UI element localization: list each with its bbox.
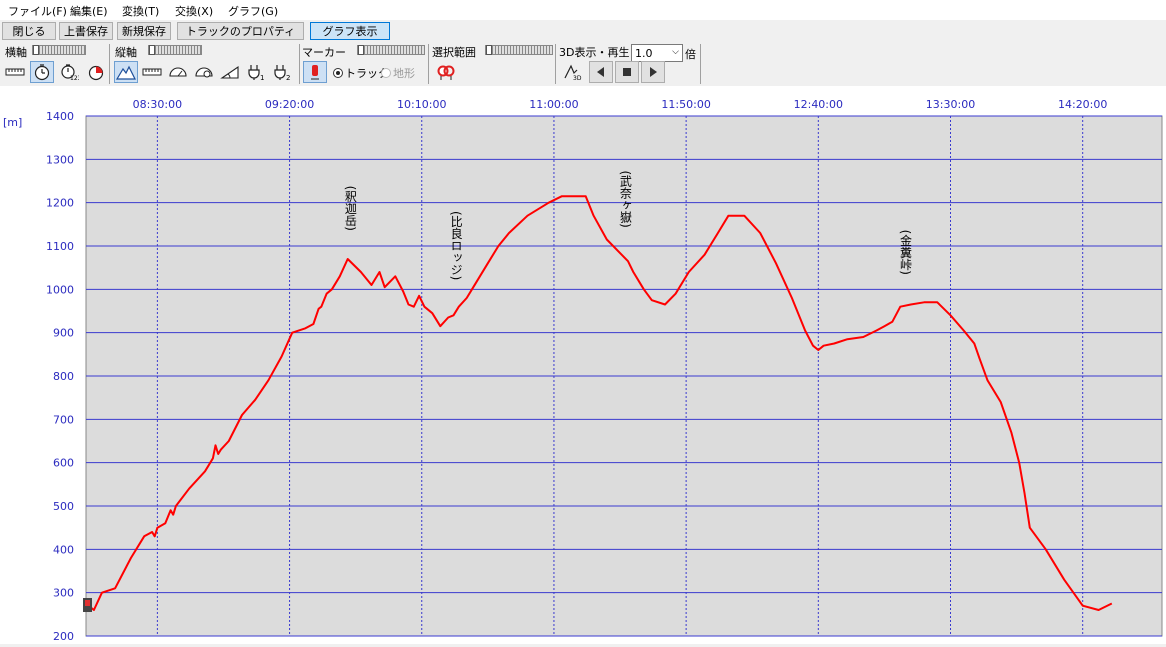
overwrite-save-button[interactable]: 上書保存 <box>59 22 113 40</box>
y-axis-label: [m] <box>3 116 22 129</box>
radio-terrain-label: 地形 <box>393 67 415 80</box>
menu-graph[interactable]: グラフ(G) <box>228 3 278 19</box>
h-axis-distance-icon[interactable] <box>3 61 27 83</box>
x-tick-label: 12:40:00 <box>794 98 843 111</box>
selection-range-icon[interactable] <box>434 61 458 83</box>
h-axis-time-icon[interactable] <box>30 61 54 83</box>
x-tick-label: 11:50:00 <box>661 98 710 111</box>
stop-icon[interactable] <box>615 61 639 83</box>
horizontal-axis-label: 横軸 <box>5 46 27 59</box>
peak-annotation: (武奈ヶ嶽) <box>618 170 632 227</box>
speed-value: 1.0 <box>635 46 653 60</box>
menu-convert[interactable]: 変換(T) <box>122 3 159 19</box>
v-axis-heart-2-sub: 2 <box>286 74 290 81</box>
play3d-group: 3D表示・再生 1.0 ⌵ 倍 3D <box>557 42 702 86</box>
graph-toolbar: 横軸 123 縦軸 <box>0 42 1166 86</box>
v-axis-pace-icon[interactable] <box>192 61 216 83</box>
vertical-axis-slider[interactable] <box>148 45 202 55</box>
menu-exchange[interactable]: 交換(X) <box>175 3 213 19</box>
y-tick-label: 900 <box>53 327 74 340</box>
vertical-axis-group: 縦軸 1 2 <box>112 42 300 86</box>
y-tick-label: 300 <box>53 587 74 600</box>
y-tick-label: 600 <box>53 457 74 470</box>
view-3d-icon[interactable]: 3D <box>560 61 584 83</box>
view-3d-sub: 3D <box>573 75 582 81</box>
selection-slider[interactable] <box>485 45 553 55</box>
h-axis-point-count-sub: 123 <box>70 75 79 81</box>
selection-label: 選択範囲 <box>432 46 476 59</box>
command-bar: 閉じる 上書保存 新規保存 トラックのプロパティ グラフ表示 <box>0 20 1166 42</box>
marker-group: マーカー トラック 地形 <box>301 42 429 86</box>
horizontal-axis-slider[interactable] <box>32 45 86 55</box>
x-tick-label: 10:10:00 <box>397 98 446 111</box>
y-tick-label: 400 <box>53 543 74 556</box>
play3d-label: 3D表示・再生 <box>559 46 630 59</box>
peak-annotation: (比良ロッジ) <box>449 211 463 280</box>
chevron-down-icon: ⌵ <box>672 47 679 57</box>
speed-select[interactable]: 1.0 ⌵ <box>631 44 683 62</box>
radio-track-dot <box>333 68 343 78</box>
play-back-icon[interactable] <box>589 61 613 83</box>
close-button[interactable]: 閉じる <box>2 22 56 40</box>
x-tick-label: 08:30:00 <box>133 98 182 111</box>
x-tick-label: 13:30:00 <box>926 98 975 111</box>
radio-terrain[interactable]: 地形 <box>381 65 415 81</box>
track-properties-button[interactable]: トラックのプロパティ <box>177 22 304 40</box>
y-tick-label: 1300 <box>46 153 74 166</box>
v-axis-heart-1-icon[interactable]: 1 <box>244 61 268 83</box>
y-tick-label: 700 <box>53 413 74 426</box>
radio-terrain-dot <box>381 68 391 78</box>
x-tick-label: 09:20:00 <box>265 98 314 111</box>
v-axis-altitude-icon[interactable] <box>114 61 138 83</box>
elevation-chart[interactable]: 200 300 400 500 600 700 800 900 1000 1100 1200 1300… <box>0 86 1166 644</box>
marker-pin-icon[interactable] <box>303 61 327 83</box>
y-tick-label: 200 <box>53 630 74 643</box>
start-marker-icon <box>83 598 92 612</box>
elevation-chart-svg: 200 300 400 500 600 700 800 900 1000 1100 1200 1300… <box>3 98 1163 643</box>
peak-annotation: (釈迦岳) <box>343 186 357 231</box>
x-tick-label: 14:20:00 <box>1058 98 1107 111</box>
marker-label: マーカー <box>302 46 346 59</box>
peak-annotation: (金糞峠) <box>899 230 913 275</box>
save-new-button[interactable]: 新規保存 <box>117 22 171 40</box>
h-axis-elapsed-icon[interactable] <box>84 61 108 83</box>
vertical-axis-label: 縦軸 <box>115 46 137 59</box>
menu-file[interactable]: ファイル(F) <box>8 3 67 19</box>
y-tick-label: 1400 <box>46 110 74 123</box>
v-axis-speed-icon[interactable] <box>166 61 190 83</box>
speed-unit: 倍 <box>685 48 696 61</box>
h-axis-point-count-icon[interactable]: 123 <box>57 61 81 83</box>
v-axis-gradient-icon[interactable] <box>218 61 242 83</box>
y-tick-label: 1200 <box>46 197 74 210</box>
v-axis-distance-icon[interactable] <box>140 61 164 83</box>
x-tick-label: 11:00:00 <box>529 98 578 111</box>
menu-edit[interactable]: 編集(E) <box>70 3 108 19</box>
play-forward-icon[interactable] <box>641 61 665 83</box>
v-axis-heart-1-sub: 1 <box>260 74 264 81</box>
v-axis-heart-2-icon[interactable]: 2 <box>270 61 294 83</box>
y-tick-label: 800 <box>53 370 74 383</box>
y-tick-label: 1000 <box>46 283 74 296</box>
graph-view-button[interactable]: グラフ表示 <box>310 22 390 40</box>
menu-bar: ファイル(F) 編集(E) 変換(T) 交換(X) グラフ(G) <box>0 0 1166 20</box>
y-tick-label: 1100 <box>46 240 74 253</box>
marker-slider[interactable] <box>357 45 425 55</box>
selection-group: 選択範囲 <box>430 42 556 86</box>
horizontal-axis-group: 横軸 123 <box>0 42 110 86</box>
y-tick-label: 500 <box>53 500 74 513</box>
